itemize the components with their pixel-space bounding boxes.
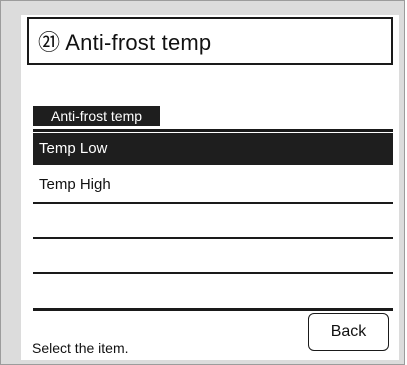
status-text: Select the item. (32, 340, 129, 356)
list-item-temp-low[interactable]: Temp Low (33, 133, 393, 165)
page-title: ㉑ Anti-frost temp (38, 30, 212, 55)
back-button[interactable]: Back (308, 313, 389, 351)
screen: ㉑ Anti-frost temp Anti-frost temp Temp L… (21, 15, 399, 360)
list-item-empty[interactable] (33, 204, 393, 236)
list-item-empty[interactable] (33, 274, 393, 306)
device-frame: ㉑ Anti-frost temp Anti-frost temp Temp L… (0, 0, 405, 365)
list-top-divider (33, 129, 393, 132)
title-bar: ㉑ Anti-frost temp (27, 17, 393, 65)
list-bottom-divider (33, 308, 393, 311)
list-item-empty[interactable] (33, 239, 393, 271)
section-label: Anti-frost temp (33, 106, 160, 126)
list-item-temp-high[interactable]: Temp High (33, 169, 393, 201)
